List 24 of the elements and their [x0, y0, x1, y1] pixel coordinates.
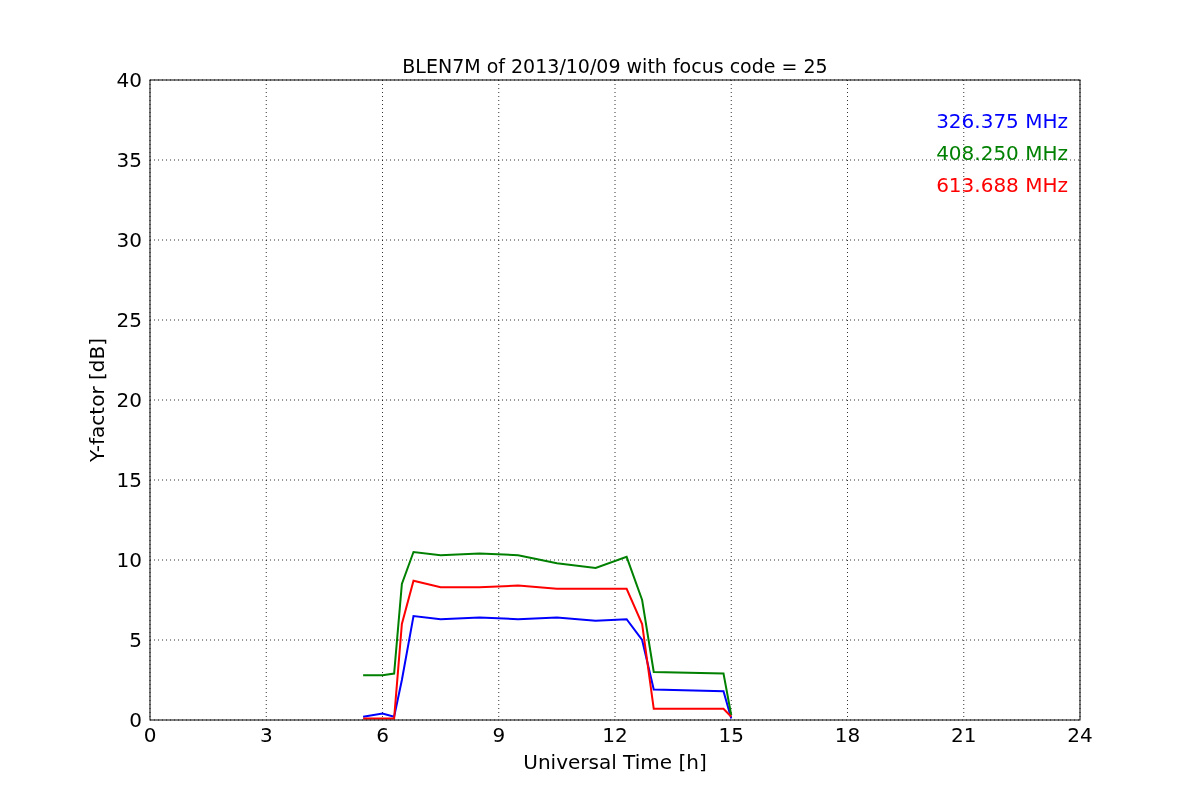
x-tick-label: 12	[602, 723, 628, 747]
legend-label: 408.250 MHz	[936, 141, 1068, 165]
x-axis-label: Universal Time [h]	[523, 750, 707, 774]
legend-label: 326.375 MHz	[936, 109, 1068, 133]
y-tick-label: 25	[116, 308, 142, 332]
y-tick-label: 10	[116, 548, 142, 572]
x-tick-label: 21	[951, 723, 977, 747]
legend-label: 613.688 MHz	[936, 173, 1068, 197]
x-tick-label: 18	[834, 723, 861, 747]
y-tick-label: 20	[116, 388, 142, 412]
y-tick-label: 5	[129, 628, 142, 652]
y-axis-label: Y-factor [dB]	[85, 338, 109, 462]
y-tick-label: 40	[116, 68, 142, 92]
y-tick-label: 15	[116, 468, 142, 492]
x-tick-label: 0	[143, 723, 157, 747]
x-tick-label: 15	[718, 723, 744, 747]
y-tick-label: 35	[116, 148, 142, 172]
x-tick-label: 6	[376, 723, 389, 747]
chart-title: BLEN7M of 2013/10/09 with focus code = 25	[402, 55, 828, 77]
y-tick-label: 30	[116, 228, 142, 252]
x-tick-label: 24	[1067, 723, 1093, 747]
x-tick-label: 3	[259, 723, 273, 747]
x-tick-label: 9	[492, 723, 506, 747]
y-tick-label: 0	[129, 708, 142, 732]
